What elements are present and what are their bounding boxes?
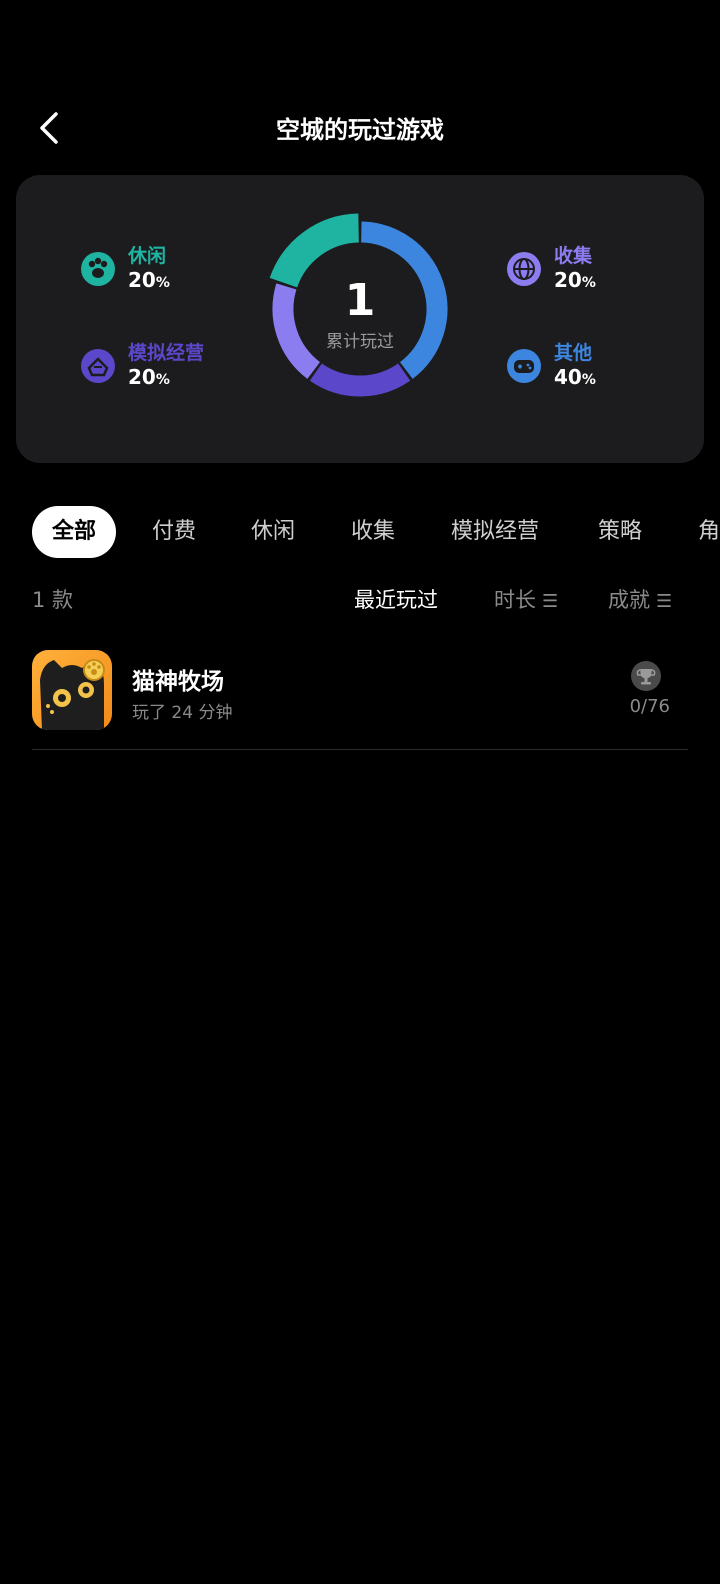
game-list-item[interactable]: 猫神牧场 玩了 24 分钟 0/76 bbox=[32, 650, 688, 750]
stats-card: 休闲 20% 模拟经营 20% 收集 20% 其他 40% 1 累计玩过 bbox=[16, 175, 704, 463]
legend-label: 模拟经营 bbox=[128, 342, 205, 364]
tab-paid[interactable]: 付费 bbox=[152, 506, 196, 558]
tab-all[interactable]: 全部 bbox=[32, 506, 117, 558]
sort-achievement-label: 成就 bbox=[608, 588, 650, 612]
header: 空城的玩过游戏 bbox=[0, 96, 720, 160]
legend-value: 20% bbox=[128, 365, 170, 389]
category-tabs: 全部 付费 休闲 收集 模拟经营 策略 角 bbox=[0, 506, 720, 558]
category-donut-chart: 1 累计玩过 bbox=[264, 213, 456, 405]
sort-icon: ☰ bbox=[542, 591, 558, 612]
game-playtime: 玩了 24 分钟 bbox=[132, 703, 233, 723]
tab-simulation[interactable]: 模拟经营 bbox=[451, 506, 539, 558]
tab-casual[interactable]: 休闲 bbox=[251, 506, 295, 558]
building-icon bbox=[81, 349, 115, 383]
tab-role[interactable]: 角 bbox=[698, 506, 720, 558]
list-toolbar: 1 款 最近玩过 时长 ☰ 成就 ☰ bbox=[0, 580, 720, 620]
legend-label: 其他 bbox=[554, 342, 593, 364]
game-app-icon bbox=[32, 650, 112, 730]
globe-icon bbox=[507, 252, 541, 286]
achievement-progress: 0/76 bbox=[629, 696, 670, 717]
sort-achievement-button[interactable]: 成就 ☰ bbox=[608, 584, 672, 614]
cat-game-icon bbox=[32, 650, 112, 730]
legend-label: 收集 bbox=[554, 245, 593, 267]
total-played-label: 累计玩过 bbox=[326, 332, 394, 352]
tab-collect[interactable]: 收集 bbox=[351, 506, 395, 558]
sort-duration-button[interactable]: 时长 ☰ bbox=[494, 584, 558, 614]
sort-duration-label: 时长 bbox=[494, 588, 536, 612]
game-count: 1 款 bbox=[32, 588, 74, 612]
trophy-icon bbox=[631, 661, 661, 691]
donut-segment-building bbox=[309, 363, 411, 397]
gamepad-icon bbox=[507, 349, 541, 383]
game-name: 猫神牧场 bbox=[132, 669, 224, 695]
total-played-number: 1 bbox=[344, 275, 376, 326]
sort-icon: ☰ bbox=[656, 591, 672, 612]
sort-recent-button[interactable]: 最近玩过 bbox=[354, 584, 438, 614]
tab-strategy[interactable]: 策略 bbox=[598, 506, 642, 558]
legend-value: 20% bbox=[554, 268, 596, 292]
page-title: 空城的玩过游戏 bbox=[276, 116, 444, 144]
legend-label: 休闲 bbox=[128, 245, 167, 267]
paw-icon bbox=[81, 252, 115, 286]
legend-value: 40% bbox=[554, 365, 596, 389]
legend-value: 20% bbox=[128, 268, 170, 292]
